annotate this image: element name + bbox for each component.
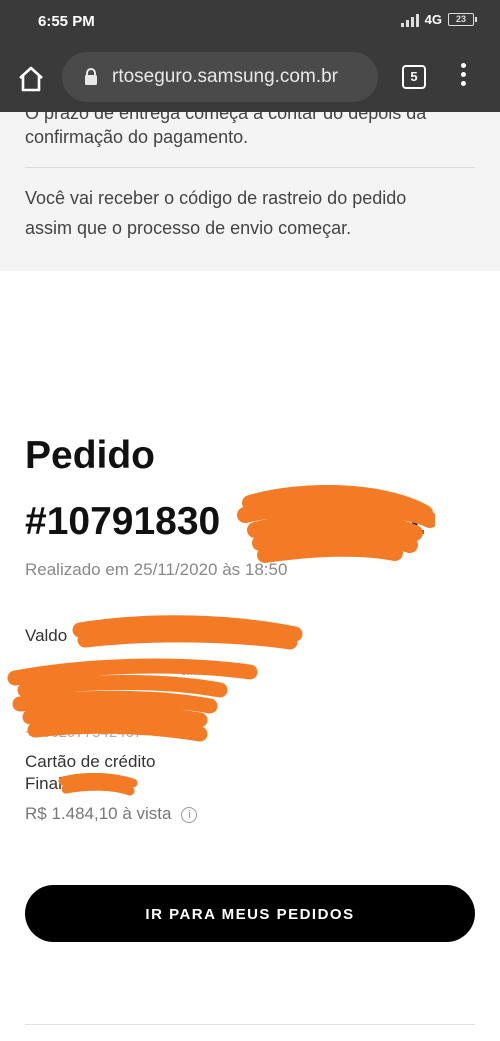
order-title: Pedido [25, 434, 156, 477]
url-text: rtoseguro.samsung.com.br [112, 66, 338, 87]
status-bar: 6:55 PM 4G 23 [0, 0, 500, 44]
order-number-visible: #10791830 [25, 500, 221, 543]
card-final: Final [25, 774, 62, 793]
status-time: 6:55 PM [38, 13, 95, 30]
tab-switcher-button[interactable]: 5 [402, 65, 426, 89]
signal-icon [400, 13, 419, 27]
order-total: R$ 1.484,10 à vista i [25, 804, 198, 824]
url-bar[interactable]: rtoseguro.samsung.com.br [62, 52, 378, 102]
network-label: 4G [424, 12, 442, 27]
overflow-menu-icon[interactable] [455, 63, 471, 93]
order-total-value: R$ 1.484,10 à vista [25, 804, 172, 823]
redaction-order-number [237, 485, 435, 563]
browser-toolbar: rtoseguro.samsung.com.br 5 [0, 44, 500, 112]
info-icon[interactable]: i [181, 806, 198, 823]
lock-icon [85, 68, 97, 85]
delivery-info-panel: O prazo de entrega começa a contar do de… [0, 112, 500, 271]
info-divider [25, 167, 475, 168]
info-text-payment: confirmação do pagamento. [25, 127, 249, 147]
go-to-my-orders-button[interactable]: IR PARA MEUS PEDIDOS [25, 885, 475, 942]
order-number: #10791830 1 [25, 500, 425, 544]
redaction-card-number [58, 773, 138, 796]
info-text-tracking-2: assim que o processo de envio começar. [25, 218, 352, 238]
battery-icon: 23 [448, 13, 477, 26]
redaction-customer-info [7, 615, 303, 742]
payment-method: Cartão de crédito [25, 752, 156, 771]
info-text-tracking-1: Você vai receber o código de rastreio do… [25, 188, 407, 208]
home-icon[interactable] [16, 64, 46, 94]
status-icons: 4G 23 [400, 12, 477, 27]
bottom-divider [25, 1024, 475, 1025]
